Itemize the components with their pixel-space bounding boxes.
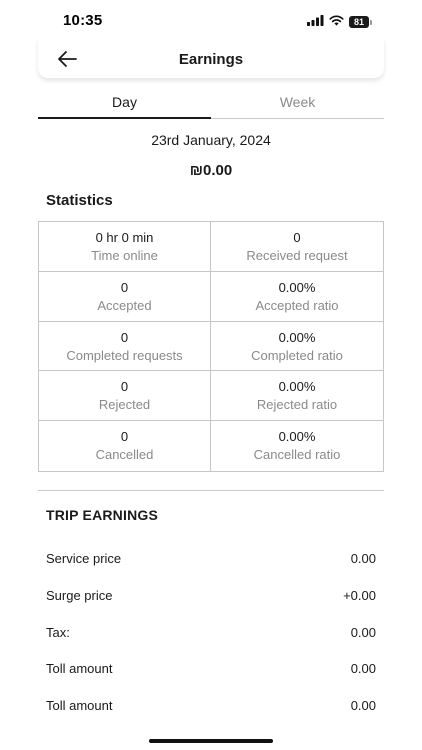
stat-value: 0.00% xyxy=(278,429,316,445)
trip-row-label: Tax: xyxy=(46,625,70,640)
trip-row-tax: Tax: 0.00 xyxy=(46,625,376,640)
stat-value: 0 xyxy=(120,379,129,395)
stat-value: 0 xyxy=(120,329,129,345)
stat-value: 0.00% xyxy=(278,379,316,395)
stat-value: 0 xyxy=(120,279,129,295)
stat-value: 0.00% xyxy=(278,329,316,345)
stat-label: Completed requests xyxy=(66,347,183,363)
stat-rejected-ratio: 0.00% Rejected ratio xyxy=(211,371,383,422)
trip-row-label: Surge price xyxy=(46,588,113,603)
stat-rejected: 0 Rejected xyxy=(39,371,211,422)
trip-row-label: Toll amount xyxy=(46,661,113,676)
status-time: 10:35 xyxy=(63,12,103,29)
stat-value: 0 xyxy=(120,429,129,445)
stat-label: Completed ratio xyxy=(251,347,343,363)
stat-label: Cancelled ratio xyxy=(253,447,341,463)
stat-value: 0 xyxy=(293,230,301,245)
trip-row-label: Toll amount xyxy=(46,698,113,713)
stat-received-request: 0 Received request xyxy=(211,222,383,272)
stat-completed-ratio: 0.00% Completed ratio xyxy=(211,322,383,372)
stat-label: Accepted xyxy=(97,297,152,313)
stat-cancelled: 0 Cancelled xyxy=(39,421,211,471)
trip-earnings-title: TRIP EARNINGS xyxy=(46,507,159,523)
cellular-signal-icon xyxy=(307,13,324,31)
trip-row-value: +0.00 xyxy=(343,588,376,603)
stat-label: Rejected ratio xyxy=(256,397,338,413)
period-tabs: Day Week xyxy=(38,88,384,119)
trip-row-value: 0.00 xyxy=(350,698,376,713)
stat-time-online: 0 hr 0 min Time online xyxy=(39,222,211,272)
trip-row-value: 0.00 xyxy=(350,661,376,676)
status-icons: 81 xyxy=(307,13,372,31)
stat-label: Accepted ratio xyxy=(255,297,339,313)
tab-week[interactable]: Week xyxy=(211,88,384,118)
battery-level: 81 xyxy=(349,16,369,28)
trip-row-value: 0.00 xyxy=(350,551,376,566)
stat-label: Received request xyxy=(246,248,348,263)
section-divider xyxy=(38,490,384,491)
stat-cancelled-ratio: 0.00% Cancelled ratio xyxy=(211,421,383,471)
stat-accepted: 0 Accepted xyxy=(39,271,211,322)
page-title: Earnings xyxy=(178,51,244,68)
selected-date: 23rd January, 2024 xyxy=(151,132,271,148)
tab-day[interactable]: Day xyxy=(38,88,211,119)
stat-value: 0.00% xyxy=(278,279,316,295)
trip-row-toll-amount: Toll amount 0.00 xyxy=(46,661,376,676)
battery-icon: 81 xyxy=(349,16,372,28)
stat-completed-requests: 0 Completed requests xyxy=(39,321,211,372)
stat-value: 0 hr 0 min xyxy=(95,230,154,245)
trip-row-label: Service price xyxy=(46,551,122,566)
home-indicator[interactable] xyxy=(149,739,273,743)
total-earnings: ₪0.00 xyxy=(189,162,233,179)
stat-label: Time online xyxy=(91,248,158,263)
statistics-title: Statistics xyxy=(46,192,113,209)
trip-row-value: 0.00 xyxy=(350,625,376,640)
statistics-table: 0 hr 0 min Time online 0 Received reques… xyxy=(38,221,384,472)
stat-label: Cancelled xyxy=(95,447,154,463)
trip-row-toll-amount-2: Toll amount 0.00 xyxy=(46,698,376,713)
wifi-icon xyxy=(329,13,344,31)
stat-label: Rejected xyxy=(98,397,151,413)
earnings-screen: 10:35 81 Earnings Day Week 23rd January,… xyxy=(0,0,422,750)
trip-row-service-price: Service price 0.00 xyxy=(46,551,376,566)
header-bar: Earnings xyxy=(38,38,384,78)
stat-accepted-ratio: 0.00% Accepted ratio xyxy=(211,272,383,322)
trip-row-surge-price: Surge price +0.00 xyxy=(46,588,376,603)
